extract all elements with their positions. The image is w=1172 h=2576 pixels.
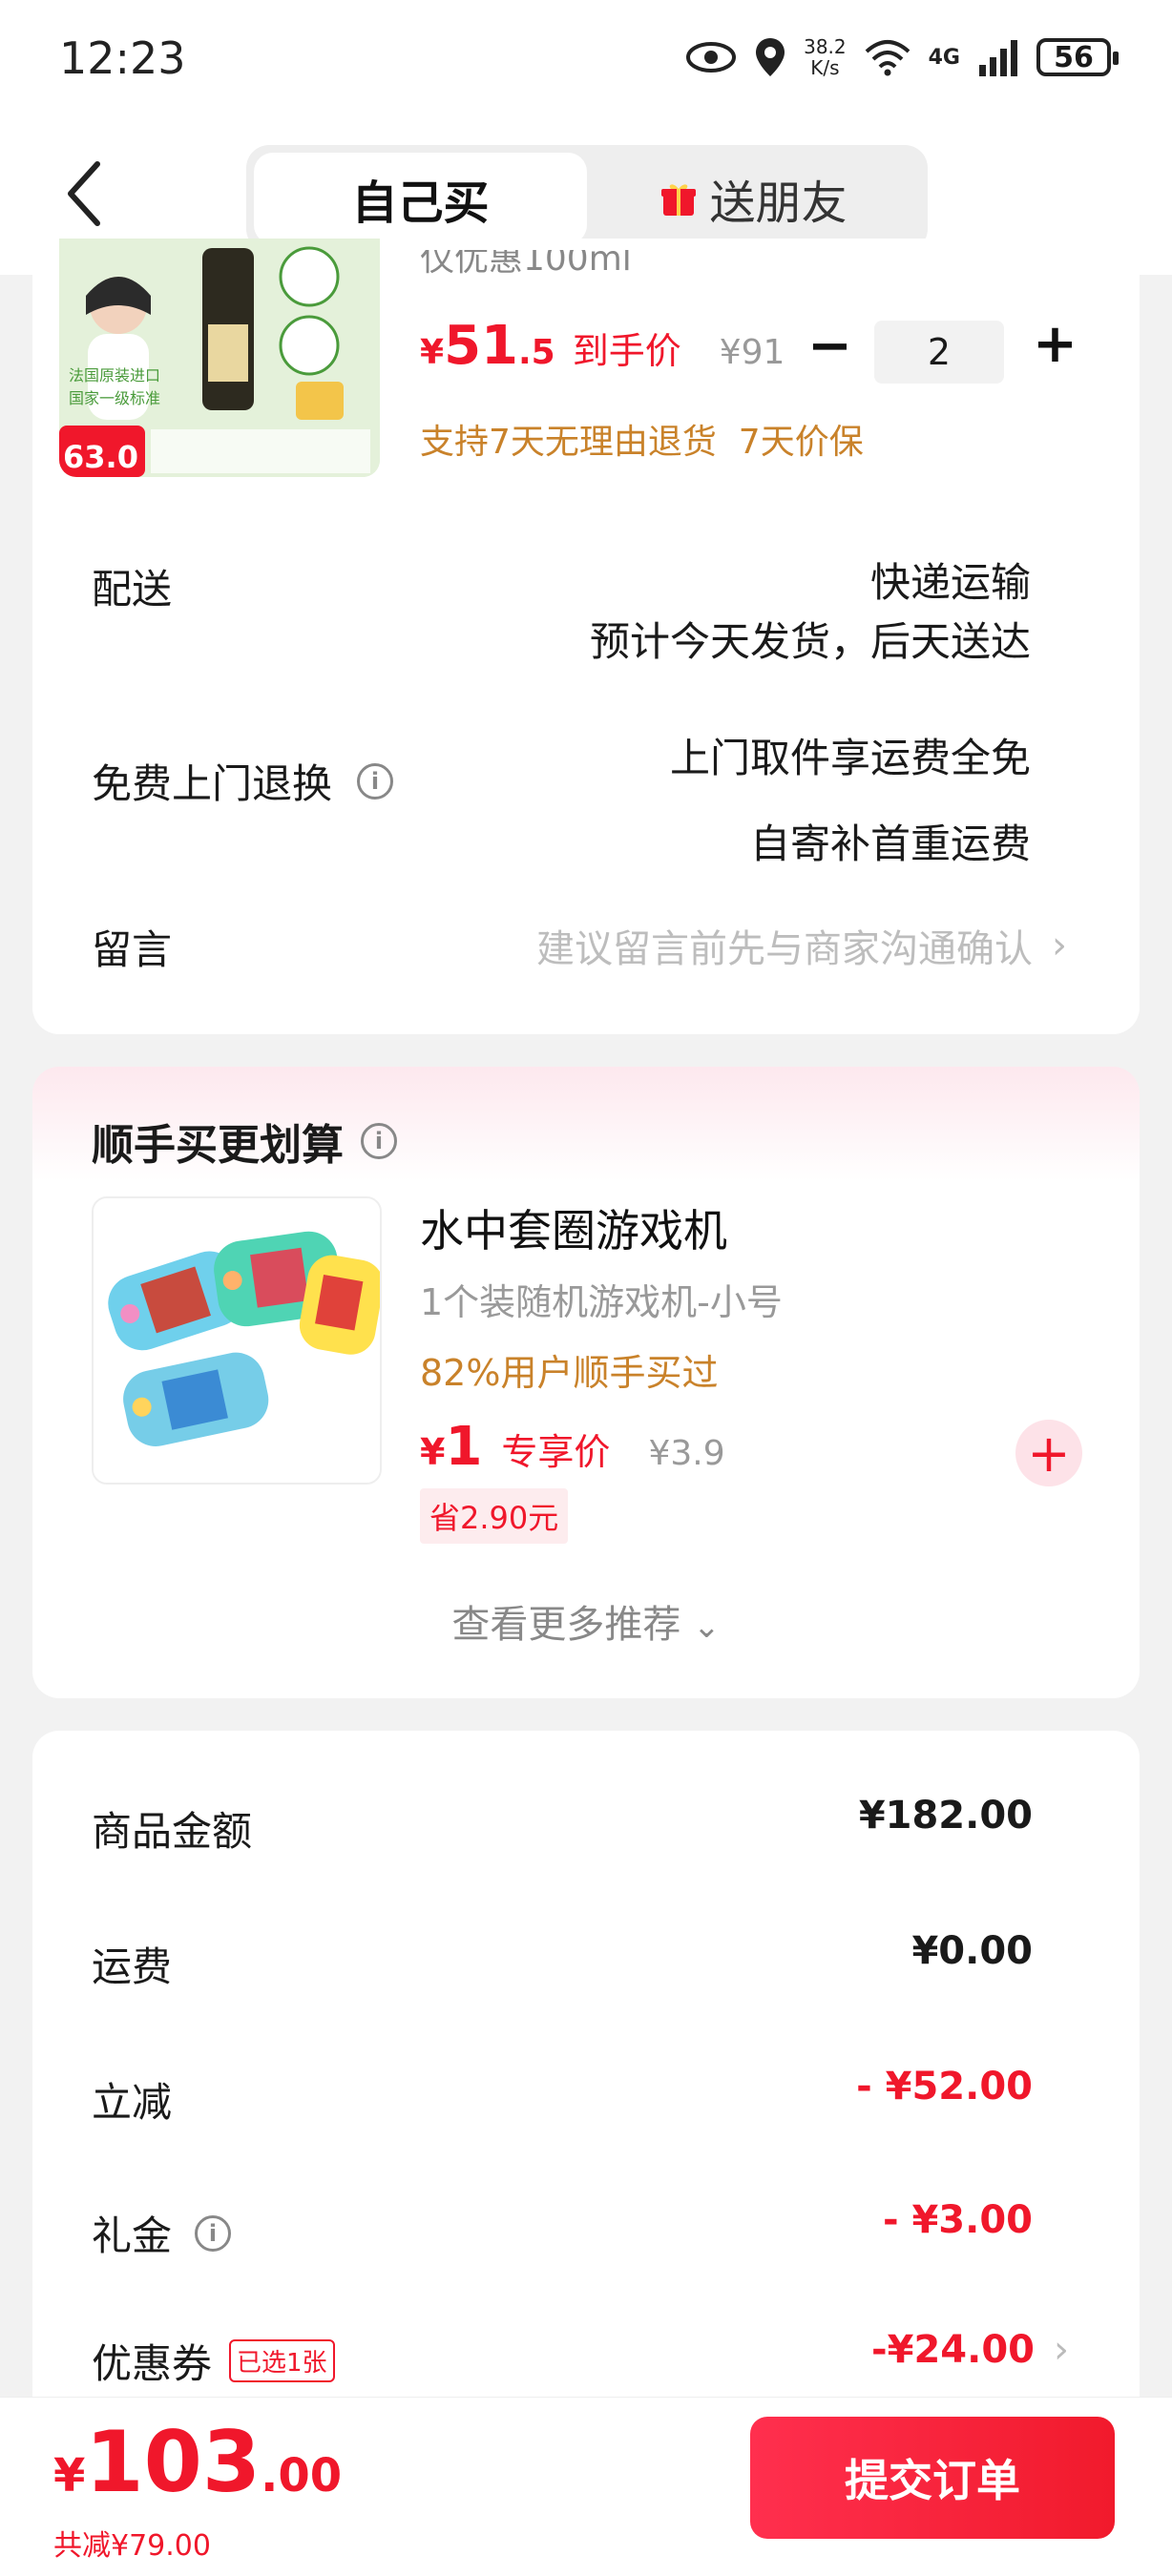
battery-icon: 56 [1036, 38, 1119, 76]
delivery-label: 配送 [92, 566, 173, 613]
addon-price-symbol: ¥ [420, 1431, 446, 1473]
tab-send-friend-label: 送朋友 [709, 177, 848, 230]
total-saved: 共减¥79.00 [53, 2529, 211, 2563]
status-icons: 38.2 K/s 4G 56 [685, 29, 1119, 86]
more-recommendations-link[interactable]: 查看更多推荐 ⌄ [0, 1593, 1172, 1649]
message-field[interactable]: 建议留言前先与商家沟通确认 › [536, 918, 1067, 973]
location-icon [756, 38, 785, 76]
thumb-origin-label: 法国原装进口 [69, 366, 161, 384]
add-addon-button[interactable]: + [1015, 1420, 1082, 1486]
product-price-row: ¥ 51 .5 到手价 ¥91 [420, 315, 785, 377]
instant-discount-value: - ¥52.00 [856, 2065, 1033, 2109]
addon-item-stat: 82%用户顺手买过 [420, 1352, 719, 1394]
chevron-down-icon: ⌄ [693, 1608, 721, 1646]
gift-money-value: - ¥3.00 [882, 2198, 1033, 2242]
free-returns-line2: 自寄补首重运费 [749, 821, 1031, 867]
delivery-info: 快递运输 预计今天发货，后天送达 [590, 553, 1031, 672]
addon-item-name[interactable]: 水中套圈游戏机 [420, 1196, 727, 1259]
quantity-input[interactable]: 2 [874, 321, 1004, 384]
addon-price: 1 [445, 1416, 483, 1478]
addon-item-spec: 1个装随机游戏机-小号 [420, 1281, 783, 1323]
tab-buy-self-label: 自己买 [351, 177, 490, 230]
quantity-decrease-button[interactable]: − [807, 315, 852, 377]
thumb-badge-value: 63.0 [63, 439, 138, 475]
quantity-increase-button[interactable]: + [1033, 313, 1078, 375]
gift-money-label: 礼金 [92, 2212, 173, 2259]
goods-amount-value: ¥182.00 [858, 1794, 1033, 1838]
free-returns-line1: 上门取件享运费全免 [669, 735, 1031, 781]
network-type: 4G [928, 45, 960, 70]
gift-money-row: 礼金 i [92, 2204, 232, 2262]
total-symbol: ¥ [53, 2449, 86, 2503]
price-tag: 到手价 [572, 330, 681, 372]
chevron-right-icon: › [1054, 2328, 1069, 2372]
status-bar: 12:23 38.2 K/s 4G 56 [0, 0, 1172, 114]
back-icon[interactable] [59, 151, 116, 237]
chevron-right-icon: › [1052, 924, 1067, 967]
message-label: 留言 [92, 926, 173, 973]
thumb-grade-label: 国家一级标准 [69, 389, 161, 407]
speed-value: 38.2 [804, 35, 847, 58]
total-price: ¥ 103 .00 [53, 2413, 342, 2511]
addon-save-badge: 省2.90元 [420, 1488, 569, 1544]
shipping-value: ¥0.00 [911, 1929, 1033, 1973]
submit-order-button[interactable]: 提交订单 [750, 2417, 1115, 2539]
original-price: ¥91 [719, 333, 785, 372]
addon-price-row: ¥ 1 专享价 ¥3.9 [420, 1416, 725, 1478]
product-subtitle: 仅优惠100ml [420, 250, 632, 275]
signal-icon [979, 40, 1017, 76]
total-decimal: .00 [261, 2449, 343, 2503]
addon-title: 顺手买更划算 [92, 1121, 344, 1170]
tab-buy-self[interactable]: 自己买 [254, 153, 587, 244]
price-symbol: ¥ [420, 333, 445, 372]
info-icon[interactable]: i [357, 762, 394, 800]
addon-original-price: ¥3.9 [648, 1434, 725, 1473]
coupon-selected-badge: 已选1张 [229, 2339, 335, 2382]
more-recommendations-label: 查看更多推荐 [451, 1603, 681, 1647]
coupon-label: 优惠券 [92, 2340, 213, 2387]
coupon-value: -¥24.00 [871, 2328, 1035, 2372]
price-integer: 51 [444, 315, 518, 377]
shipping-label: 运费 [92, 1943, 173, 1990]
goods-amount-label: 商品金额 [92, 1808, 253, 1855]
info-icon[interactable]: i [195, 2214, 232, 2252]
checkout-bar: ¥ 103 .00 共减¥79.00 提交订单 [0, 2397, 1172, 2576]
addon-image [94, 1198, 380, 1483]
wifi-icon [865, 40, 910, 76]
status-time: 12:23 [59, 32, 186, 84]
eye-icon [686, 42, 737, 73]
total-integer: 103 [85, 2413, 262, 2511]
guarantee-text: 支持7天无理由退货 7天价保 [420, 423, 864, 462]
delivery-eta: 预计今天发货，后天送达 [589, 618, 1031, 665]
message-placeholder: 建议留言前先与商家沟通确认 [536, 927, 1033, 971]
free-returns-label: 免费上门退换 [92, 760, 333, 807]
network-speed: 38.2 K/s [804, 36, 847, 78]
free-returns-row: 免费上门退换 i [92, 752, 394, 810]
gift-icon [661, 184, 697, 216]
delivery-method: 快递运输 [869, 559, 1031, 606]
addon-header: 顺手买更划算 i [92, 1111, 397, 1172]
free-returns-info: 上门取件享运费全免 自寄补首重运费 [670, 716, 1031, 887]
tab-send-friend[interactable]: 送朋友 [587, 153, 920, 244]
instant-discount-label: 立减 [92, 2079, 173, 2126]
purchase-mode-toggle: 自己买 送朋友 [246, 145, 928, 252]
info-icon[interactable]: i [361, 1123, 397, 1159]
speed-unit: K/s [810, 56, 840, 79]
coupon-row[interactable]: 优惠券 已选1张 [92, 2332, 335, 2390]
addon-price-tag: 专享价 [501, 1431, 611, 1473]
addon-thumbnail[interactable] [92, 1196, 382, 1485]
price-decimal: .5 [518, 333, 555, 372]
coupon-value-area[interactable]: -¥24.00 › [871, 2328, 1069, 2372]
